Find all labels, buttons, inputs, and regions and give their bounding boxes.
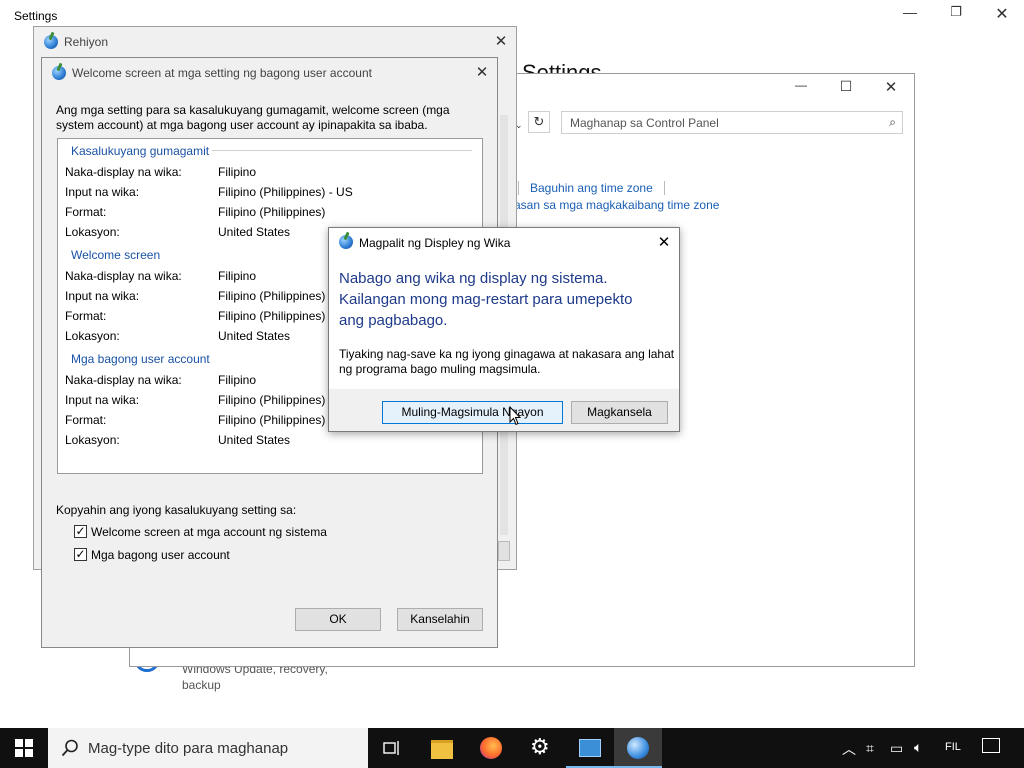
region-globe-icon[interactable]	[614, 728, 662, 768]
cp-maximize-icon[interactable]: ☐	[831, 78, 861, 102]
row-label: Format:	[65, 309, 107, 323]
row-value: Filipino	[218, 373, 257, 387]
row-label: Naka-display na wika:	[65, 269, 182, 283]
taskbar-search-box[interactable]: Mag-type dito para maghanap	[48, 728, 368, 768]
row-value: Filipino (Philippines)	[218, 309, 326, 323]
mouse-cursor-icon	[509, 406, 521, 426]
row-value: United States	[218, 225, 291, 239]
row-value: United States	[218, 329, 291, 343]
dialog-cancel-button[interactable]: Magkansela	[571, 401, 668, 424]
display-icon[interactable]: ▭	[890, 740, 903, 757]
restart-now-button[interactable]: Muling-Magsimula Ngayon	[382, 401, 563, 424]
dialog-main-1: Nabago ang wika ng display ng sistema.	[339, 270, 608, 287]
checkbox-new-users-label[interactable]: Mga bagong user account	[91, 548, 230, 562]
dialog-sub-1: Tiyaking nag-save ka ng iyong ginagawa a…	[339, 347, 675, 361]
row-label: Format:	[65, 205, 107, 219]
checkbox-welcome-system-label[interactable]: Welcome screen at mga account ng sistema	[91, 525, 327, 539]
welcome-title: Welcome screen at mga setting ng bagong …	[72, 66, 372, 80]
globe-icon	[52, 66, 66, 80]
row-label: Lokasyon:	[65, 433, 120, 447]
control-panel-icon[interactable]	[566, 728, 614, 768]
row-label: Naka-display na wika:	[65, 373, 182, 387]
notifications-icon[interactable]	[982, 738, 1000, 753]
windows-logo-icon	[15, 739, 33, 757]
link-change-timezone[interactable]: Baguhin ang time zone	[530, 181, 653, 195]
refresh-button[interactable]: ↻	[528, 111, 550, 133]
dialog-main-2: Kailangan mong mag-restart para umepekto	[339, 291, 633, 308]
globe-icon	[339, 235, 353, 249]
row-label: Naka-display na wika:	[65, 165, 182, 179]
rehiyon-title: Rehiyon	[64, 35, 109, 49]
cp-close-icon[interactable]: ✕	[876, 78, 906, 102]
settings-gear-icon[interactable]: ⚙	[516, 728, 564, 768]
dialog-footer: Muling-Magsimula Ngayon Magkansela	[329, 389, 679, 431]
row-label: Lokasyon:	[65, 329, 120, 343]
start-button[interactable]	[0, 728, 48, 768]
row-value: Filipino (Philippines)	[218, 289, 326, 303]
settings-title: Settings	[14, 9, 58, 23]
restart-dialog: Magpalit ng Displey ng Wika ✕ Nabago ang…	[328, 227, 680, 432]
chevron-down-icon[interactable]: ⌄	[515, 114, 529, 136]
language-indicator[interactable]: FIL	[945, 741, 961, 753]
cp-minimize-icon[interactable]: —	[786, 78, 816, 102]
row-value: Filipino (Philippines)	[218, 413, 326, 427]
taskbar: Mag-type dito para maghanap ⚙ ︿ ⌗ ▭ 🔈︎ F…	[0, 728, 1024, 768]
row-label: Format:	[65, 413, 107, 427]
search-icon	[61, 739, 78, 757]
row-value: Filipino (Philippines) - US	[218, 185, 353, 199]
checkbox-new-users[interactable]: ✓	[74, 548, 87, 561]
ok-button[interactable]: OK	[295, 608, 381, 631]
checkbox-welcome-system[interactable]: ✓	[74, 525, 87, 538]
volume-muted-icon[interactable]: 🔈︎	[914, 739, 922, 756]
cp-search-placeholder: Maghanap sa Control Panel	[570, 116, 719, 130]
cp-separator-2	[664, 181, 665, 195]
globe-icon	[44, 35, 58, 49]
settings-update-text-2[interactable]: backup	[182, 678, 221, 692]
rehiyon-button-edge[interactable]	[498, 541, 510, 561]
group-title-current: Kasalukuyang gumagamit	[71, 144, 210, 158]
dialog-main-3: ang pagbabago.	[339, 312, 448, 329]
cp-separator	[518, 181, 519, 195]
cancel-button[interactable]: Kanselahin	[397, 608, 483, 631]
group-title-new-users: Mga bagong user account	[71, 352, 210, 366]
cp-search-input[interactable]: Maghanap sa Control Panel ⌕	[561, 111, 903, 134]
dialog-close-icon[interactable]: ✕	[649, 228, 679, 258]
dialog-title: Magpalit ng Displey ng Wika	[359, 236, 511, 250]
row-label: Input na wika:	[65, 185, 140, 199]
row-label: Input na wika:	[65, 289, 140, 303]
welcome-close-icon[interactable]: ✕	[467, 58, 497, 88]
minimize-icon[interactable]: —	[897, 4, 923, 28]
row-label: Input na wika:	[65, 393, 140, 407]
file-explorer-icon[interactable]	[418, 728, 466, 768]
dialog-sub-2: ng programa bago muling magsimula.	[339, 362, 541, 376]
row-value: Filipino (Philippines)	[218, 393, 326, 407]
row-value: Filipino	[218, 269, 257, 283]
group-divider	[212, 150, 472, 151]
firefox-icon[interactable]	[468, 728, 516, 768]
task-view-icon[interactable]	[368, 728, 416, 768]
row-label: Lokasyon:	[65, 225, 120, 239]
row-value: Filipino (Philippines)	[218, 205, 326, 219]
group-title-welcome: Welcome screen	[71, 248, 161, 262]
copy-label: Kopyahin ang iyong kasalukuyang setting …	[56, 503, 297, 517]
welcome-intro-1: Ang mga setting para sa kasalukuyang gum…	[56, 103, 450, 117]
taskbar-search-placeholder: Mag-type dito para maghanap	[88, 740, 289, 757]
network-icon[interactable]: ⌗	[866, 740, 874, 757]
close-icon[interactable]: ✕	[989, 4, 1015, 28]
restore-icon[interactable]: ❐	[943, 4, 969, 28]
welcome-intro-2: system account) at mga bagong user accou…	[56, 118, 428, 132]
row-value: United States	[218, 433, 291, 447]
row-value: Filipino	[218, 165, 257, 179]
rehiyon-close-icon[interactable]: ✕	[486, 27, 516, 57]
search-icon[interactable]: ⌕	[889, 115, 896, 130]
link-multiple-timezones[interactable]: asan sa mga magkakaibang time zone	[514, 198, 719, 212]
chevron-up-icon[interactable]: ︿	[842, 739, 856, 759]
